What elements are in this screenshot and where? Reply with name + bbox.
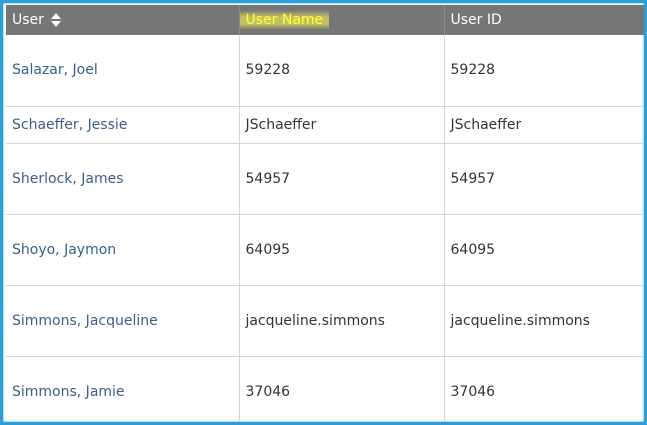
cell-user-name: 59228 [239,35,445,107]
cell-user-id: jacqueline.simmons [444,285,644,357]
cell-user-name: 37046 [239,356,445,422]
cell-user-name: jacqueline.simmons [239,285,445,357]
cell-user-id: 54957 [444,143,644,215]
cell-user-id: 59228 [444,35,644,107]
table-row[interactable]: Simmons, Jacqueline jacqueline.simmons j… [6,285,644,357]
cell-user-name: JSchaeffer [239,106,445,144]
cell-user-id: 37046 [444,356,644,422]
table-row[interactable]: Sherlock, James 54957 54957 [6,143,644,215]
cell-user[interactable]: Salazar, Joel [6,35,240,107]
column-header-user[interactable]: User [6,5,240,35]
cell-user[interactable]: Shoyo, Jaymon [6,214,240,286]
table-row[interactable]: Schaeffer, Jessie JSchaeffer JSchaeffer [6,106,644,144]
users-table: User User Name User ID Salazar, Joel 592… [6,5,644,422]
cell-user[interactable]: Schaeffer, Jessie [6,106,240,144]
cell-user-name: 54957 [239,143,445,215]
column-header-user-label: User [12,12,44,28]
table-header-row: User User Name User ID [6,5,644,35]
table-row[interactable]: Salazar, Joel 59228 59228 [6,35,644,107]
column-header-user-id[interactable]: User ID [444,5,644,35]
table-frame: User User Name User ID Salazar, Joel 592… [0,0,647,425]
cell-user-name: 64095 [239,214,445,286]
cell-user[interactable]: Simmons, Jamie [6,356,240,422]
cell-user[interactable]: Sherlock, James [6,143,240,215]
sort-icon[interactable] [51,13,62,27]
cell-user-id: 64095 [444,214,644,286]
column-header-user-name[interactable]: User Name [239,5,445,35]
cell-user-id: JSchaeffer [444,106,644,144]
cell-user[interactable]: Simmons, Jacqueline [6,285,240,357]
column-header-user-name-label: User Name [239,10,330,30]
table-row[interactable]: Simmons, Jamie 37046 37046 [6,356,644,422]
column-header-user-id-label: User ID [450,12,502,28]
table-row[interactable]: Shoyo, Jaymon 64095 64095 [6,214,644,286]
